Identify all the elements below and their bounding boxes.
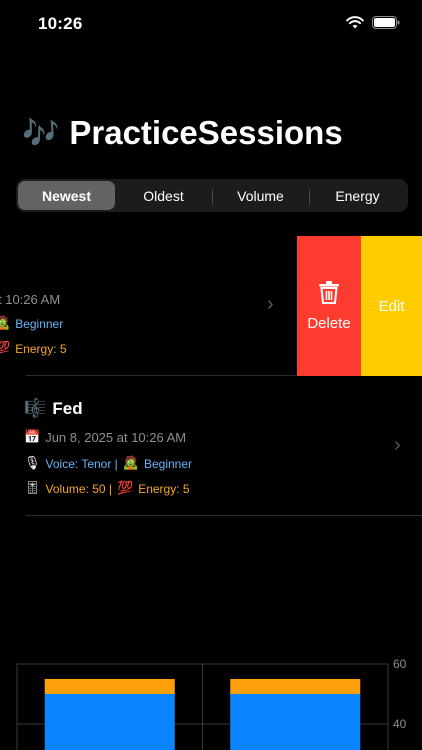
music-notes-icon: 🎶 bbox=[22, 115, 60, 151]
session-energy: Energy: 5 bbox=[138, 481, 190, 496]
session-energy: Energy: 5 bbox=[15, 341, 67, 356]
musical-score-icon: 🎼 bbox=[24, 398, 47, 419]
delete-label: Delete bbox=[307, 314, 351, 332]
session-energy-line: 💯 Energy: 5 bbox=[0, 341, 67, 356]
session-voice-line: 🎙 Voice: Tenor | 🧟 Beginner bbox=[24, 456, 192, 471]
delete-button[interactable]: Delete bbox=[297, 236, 361, 376]
session-level-line: 🧟 Beginner bbox=[0, 316, 63, 331]
chevron-right-icon: › bbox=[267, 293, 274, 315]
session-date: Jun 8, 2025 at 10:26 AM bbox=[45, 430, 187, 445]
zombie-icon: 🧟 bbox=[122, 456, 139, 471]
battery-icon bbox=[372, 16, 400, 29]
status-time: 10:26 bbox=[38, 14, 83, 33]
chart-bar-segment bbox=[44, 679, 175, 694]
wifi-icon bbox=[346, 16, 364, 29]
page-title: 🎶 PracticeSessions bbox=[22, 114, 343, 152]
session-date-line: 📅 Jun 8, 2025 at 10:26 AM bbox=[24, 430, 186, 445]
slider-icon: 🎚 bbox=[24, 481, 41, 496]
chart-bar-segment bbox=[44, 694, 175, 750]
session-date: t 10:26 AM bbox=[0, 292, 61, 307]
sort-option-volume[interactable]: Volume bbox=[212, 181, 309, 210]
sort-option-energy[interactable]: Energy bbox=[309, 181, 406, 210]
zombie-icon: 🧟 bbox=[0, 316, 11, 331]
chart-canvas: 60 40 bbox=[16, 657, 407, 750]
hundred-points-icon: 💯 bbox=[0, 341, 11, 356]
microphone-icon: 🎙 bbox=[24, 456, 41, 471]
session-row-1[interactable]: t 10:26 AM 🧟 Beginner 💯 Energy: 5 › bbox=[0, 236, 297, 376]
calendar-icon: 📅 bbox=[24, 430, 41, 445]
sort-option-oldest[interactable]: Oldest bbox=[115, 181, 212, 210]
chart-bar-segment bbox=[230, 679, 361, 694]
chevron-right-icon: › bbox=[394, 434, 401, 456]
sort-option-newest[interactable]: Newest bbox=[18, 181, 115, 210]
status-bar: 10:26 bbox=[0, 0, 422, 50]
chart-y-tick-label: 40 bbox=[393, 717, 407, 731]
edit-label: Edit bbox=[378, 297, 405, 315]
sort-segmented-control: Newest Oldest Volume Energy bbox=[16, 179, 408, 212]
session-level: Beginner bbox=[143, 456, 193, 471]
row-separator bbox=[26, 515, 422, 516]
edit-button[interactable]: Edit bbox=[361, 236, 422, 376]
session-name: Fed bbox=[52, 398, 83, 418]
session-chart: 60 40 bbox=[0, 650, 422, 750]
page-title-text: PracticeSessions bbox=[69, 114, 343, 151]
session-voice: Voice: Tenor | bbox=[45, 456, 118, 471]
session-name-line: 🎼 Fed bbox=[24, 398, 83, 419]
session-volume: Volume: 50 | bbox=[45, 481, 113, 496]
chart-y-tick-label: 60 bbox=[393, 657, 407, 671]
hundred-points-icon: 💯 bbox=[117, 481, 134, 496]
session-volume-line: 🎚 Volume: 50 | 💯 Energy: 5 bbox=[24, 481, 190, 496]
trash-icon bbox=[319, 280, 339, 309]
session-level: Beginner bbox=[15, 316, 64, 331]
status-icons bbox=[346, 16, 400, 29]
session-row-2[interactable]: 🎼 Fed 📅 Jun 8, 2025 at 10:26 AM 🎙 Voice:… bbox=[0, 376, 422, 516]
chart-bar-segment bbox=[230, 694, 361, 750]
